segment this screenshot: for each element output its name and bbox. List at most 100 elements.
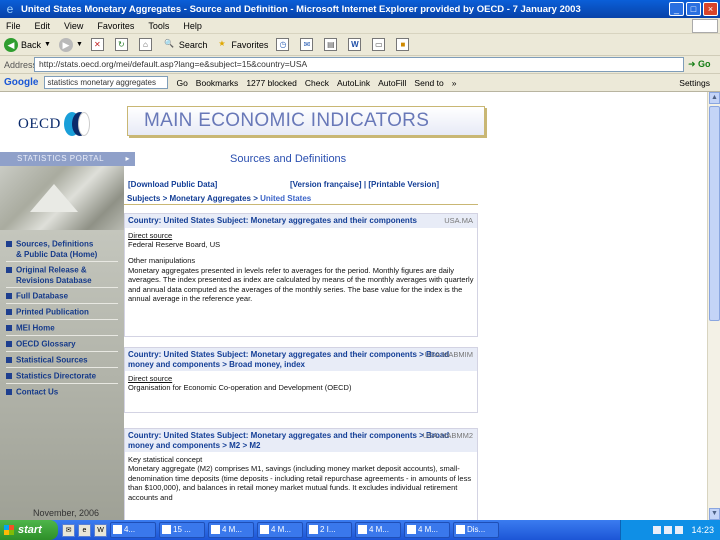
address-label: Address bbox=[4, 59, 38, 70]
taskbar-task[interactable]: 4 M... bbox=[257, 522, 303, 538]
definition-box-title: Country: United States Subject: Monetary… bbox=[128, 216, 417, 225]
ie-icon[interactable]: e bbox=[78, 523, 91, 537]
sidebar-item-full-database[interactable]: Full Database bbox=[6, 290, 68, 301]
google-settings-button[interactable]: Settings bbox=[679, 78, 710, 88]
search-button[interactable]: 🔍 Search bbox=[163, 38, 207, 51]
history-button[interactable]: ◷ bbox=[276, 38, 292, 51]
menu-help[interactable]: Help bbox=[183, 21, 202, 31]
home-button[interactable]: ⌂ bbox=[138, 38, 155, 51]
sidebar-item-home[interactable]: Sources, Definitions & Public Data (Home) bbox=[6, 238, 97, 260]
series-code: USA.MABMM2 bbox=[422, 431, 473, 440]
sidebar-divider bbox=[6, 335, 118, 336]
definition-box: Country: United States Subject: Monetary… bbox=[124, 347, 478, 413]
bullet-icon bbox=[6, 266, 12, 273]
bookmarks-button[interactable]: Bookmarks bbox=[196, 78, 239, 88]
search-icon: 🔍 bbox=[164, 39, 175, 48]
clock[interactable]: 14:23 bbox=[691, 525, 714, 535]
sidebar-divider bbox=[6, 261, 118, 262]
printable-version-link[interactable]: [Printable Version] bbox=[368, 180, 439, 189]
address-input[interactable]: http://stats.oecd.org/mei/default.asp?la… bbox=[34, 57, 684, 72]
send-to-button[interactable]: Send to bbox=[414, 78, 443, 88]
french-version-link[interactable]: [Version française] bbox=[290, 180, 362, 189]
sidebar-item-statistics-directorate[interactable]: Statistics Directorate bbox=[6, 370, 96, 381]
scrollbar-thumb[interactable] bbox=[709, 106, 720, 321]
menu-file[interactable]: File bbox=[6, 21, 21, 31]
sidebar-item-mei-home[interactable]: MEI Home bbox=[6, 322, 55, 333]
google-go-button[interactable]: Go bbox=[176, 78, 187, 88]
google-logo: Google bbox=[4, 77, 39, 88]
page-subtitle: Sources and Definitions bbox=[230, 153, 347, 165]
taskbar-task[interactable]: 4 M... bbox=[355, 522, 401, 538]
definition-box-body: Direct source Federal Reserve Board, US … bbox=[125, 228, 477, 314]
maximize-button[interactable]: □ bbox=[686, 2, 701, 16]
stop-button[interactable]: ✕ bbox=[90, 38, 107, 51]
bullet-icon bbox=[6, 308, 12, 315]
menu-favorites[interactable]: Favorites bbox=[97, 21, 134, 31]
mail-button[interactable]: ✉ bbox=[300, 38, 316, 51]
back-button[interactable]: ◀ Back ▼ bbox=[4, 37, 51, 52]
breadcrumb-monetary-aggregates[interactable]: Monetary Aggregates bbox=[169, 194, 251, 203]
forward-button[interactable]: ▶ ▼ bbox=[58, 37, 83, 52]
back-dropdown-icon[interactable]: ▼ bbox=[44, 41, 51, 48]
autolink-button[interactable]: AutoLink bbox=[337, 78, 370, 88]
browser-toolbar: ◀ Back ▼ ▶ ▼ ✕ ↻ ⌂ 🔍 Search ★ Favorites … bbox=[0, 34, 720, 56]
taskbar-task[interactable]: 4 M... bbox=[404, 522, 450, 538]
breadcrumb-subjects[interactable]: Subjects bbox=[127, 194, 160, 203]
taskbar-task[interactable]: 15 ... bbox=[159, 522, 205, 538]
definition-box-body: Key statistical concept Monetary aggrega… bbox=[125, 452, 477, 512]
minimize-button[interactable]: _ bbox=[669, 2, 684, 16]
popup-blocker-button[interactable]: 1277 blocked bbox=[246, 78, 297, 88]
sidebar-item-glossary[interactable]: OECD Glossary bbox=[6, 338, 76, 349]
page-scrollbar[interactable]: ▲ ▼ bbox=[707, 92, 720, 520]
google-search-input[interactable]: statistics monetary aggregates bbox=[44, 76, 169, 89]
sidebar-item-contact-us[interactable]: Contact Us bbox=[6, 386, 58, 397]
spellcheck-button[interactable]: Check bbox=[305, 78, 329, 88]
go-button[interactable]: ➜ Go bbox=[688, 59, 711, 70]
discuss-icon: ▭ bbox=[372, 38, 386, 51]
app-icon bbox=[211, 525, 220, 535]
menu-edit[interactable]: Edit bbox=[35, 21, 51, 31]
download-public-data-link[interactable]: [Download Public Data] bbox=[128, 180, 217, 189]
menu-view[interactable]: View bbox=[64, 21, 83, 31]
taskbar-task[interactable]: 4... bbox=[110, 522, 156, 538]
more-button[interactable]: » bbox=[452, 78, 457, 88]
taskbar-task[interactable]: Dis... bbox=[453, 522, 499, 538]
window-title-bar[interactable]: e United States Monetary Aggregates - So… bbox=[0, 0, 720, 18]
refresh-button[interactable]: ↻ bbox=[114, 38, 131, 51]
autofill-button[interactable]: AutoFill bbox=[378, 78, 406, 88]
scroll-up-icon[interactable]: ▲ bbox=[709, 92, 720, 104]
sidebar-item-revisions[interactable]: Original Release & Revisions Database bbox=[6, 264, 92, 286]
discuss-button[interactable]: ▭ bbox=[372, 38, 388, 51]
app-icon bbox=[456, 525, 465, 535]
statistics-portal-link[interactable]: STATISTICS PORTAL ▸ bbox=[0, 152, 135, 166]
app-icon bbox=[260, 525, 269, 535]
word-icon[interactable]: W bbox=[94, 523, 107, 537]
oecd-logo[interactable]: OECD bbox=[18, 112, 94, 136]
print-button[interactable]: ▤ bbox=[324, 38, 340, 51]
close-button[interactable]: × bbox=[703, 2, 718, 16]
messenger-button[interactable]: ■ bbox=[396, 38, 412, 51]
taskbar-task[interactable]: 4 M... bbox=[208, 522, 254, 538]
tray-icon[interactable] bbox=[664, 526, 673, 534]
scroll-down-icon[interactable]: ▼ bbox=[709, 508, 720, 520]
edit-word-button[interactable]: W bbox=[348, 38, 364, 51]
favorites-button[interactable]: ★ Favorites bbox=[215, 38, 268, 51]
start-button[interactable]: start bbox=[0, 520, 58, 540]
menu-tools[interactable]: Tools bbox=[148, 21, 169, 31]
window-controls: _ □ × bbox=[669, 2, 718, 16]
taskbar-task[interactable]: 2 I... bbox=[306, 522, 352, 538]
tray-icon[interactable] bbox=[675, 526, 684, 534]
section-heading: Direct source bbox=[128, 374, 173, 383]
window-title: United States Monetary Aggregates - Sour… bbox=[21, 3, 581, 15]
desktop-screen: e United States Monetary Aggregates - So… bbox=[0, 0, 720, 540]
tray-icon[interactable] bbox=[653, 526, 662, 534]
decorative-paper-boat-image bbox=[0, 166, 124, 230]
sidebar-item-printed-publication[interactable]: Printed Publication bbox=[6, 306, 89, 317]
sidebar-divider bbox=[6, 383, 118, 384]
web-page: OECD MAIN ECONOMIC INDICATORS STATISTICS… bbox=[0, 92, 707, 520]
definition-box-title: Country: United States Subject: Monetary… bbox=[128, 350, 450, 369]
sidebar-item-statistical-sources[interactable]: Statistical Sources bbox=[6, 354, 88, 365]
outlook-icon[interactable]: ✉ bbox=[62, 523, 75, 537]
bullet-icon bbox=[6, 324, 12, 331]
forward-dropdown-icon[interactable]: ▼ bbox=[76, 41, 83, 48]
